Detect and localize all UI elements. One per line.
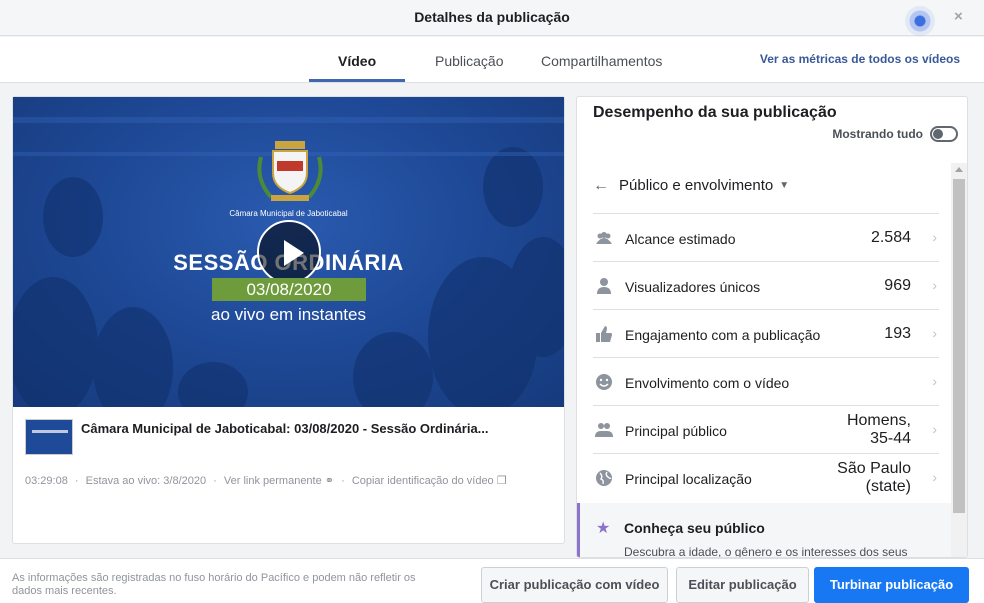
video-overlay-subtitle: ao vivo em instantes: [211, 305, 366, 324]
metric-row-top-audience[interactable]: Principal público Homens, 35-44 ›: [593, 405, 939, 453]
globe-icon: [596, 470, 612, 486]
boost-post-button[interactable]: Turbinar publicação: [814, 567, 969, 603]
all-videos-metrics-link[interactable]: Ver as métricas de todos os vídeos: [760, 52, 960, 66]
audience-section-selector[interactable]: ← Público e envolvimento ▼: [593, 177, 789, 195]
create-post-with-video-button[interactable]: Criar publicação com vídeo: [481, 567, 668, 603]
metric-row-top-location[interactable]: Principal localização São Paulo (state) ›: [593, 453, 939, 501]
metric-label: Principal público: [625, 423, 727, 439]
panel-scrollbar[interactable]: [951, 163, 967, 557]
video-title[interactable]: Câmara Municipal de Jaboticabal: 03/08/2…: [81, 421, 489, 436]
timezone-note: As informações são registradas no fuso h…: [12, 572, 416, 597]
people-group-icon: [596, 232, 612, 244]
video-card: Câmara Municipal de Jaboticabal SESSÃO O…: [12, 96, 565, 544]
metric-label: Engajamento com a publicação: [625, 327, 821, 343]
dialog-title: Detalhes da publicação: [414, 9, 570, 25]
metric-label: Visualizadores únicos: [625, 279, 761, 295]
dialog-titlebar: Detalhes da publicação ×: [0, 0, 984, 36]
know-audience-title: Conheça seu público: [624, 520, 765, 536]
scrollbar-thumb[interactable]: [953, 179, 965, 513]
active-tab-indicator: [309, 79, 405, 82]
metric-value: 969: [884, 277, 911, 294]
know-audience-description: Descubra a idade, o gênero e os interess…: [624, 545, 908, 558]
chevron-right-icon: ›: [932, 277, 937, 293]
copy-icon[interactable]: ❐: [497, 475, 507, 487]
recording-indicator-icon[interactable]: [905, 6, 935, 36]
chevron-right-icon: ›: [932, 373, 937, 389]
metric-label: Alcance estimado: [625, 231, 736, 247]
tab-compartilhamentos[interactable]: Compartilhamentos: [541, 53, 662, 69]
video-player[interactable]: Câmara Municipal de Jaboticabal SESSÃO O…: [13, 97, 564, 407]
metric-label: Principal localização: [625, 471, 752, 487]
chevron-down-icon: ▼: [779, 180, 790, 191]
showing-all-label: Mostrando tudo: [832, 127, 923, 141]
know-your-audience-card[interactable]: ★ Conheça seu público Descubra a idade, …: [577, 503, 951, 558]
chevron-right-icon: ›: [932, 469, 937, 485]
metric-value: São Paulo (state): [837, 460, 911, 495]
metric-row-video-engagement[interactable]: Envolvimento com o vídeo ›: [593, 357, 939, 405]
chevron-right-icon: ›: [932, 229, 937, 245]
people-pair-icon: [595, 423, 613, 437]
video-overlay-date: 03/08/2020: [212, 278, 366, 301]
metric-value: Homens, 35-44: [846, 412, 911, 447]
metric-row-engagement[interactable]: Engajamento com a publicação 193 ›: [593, 309, 939, 357]
star-icon: ★: [596, 520, 611, 537]
metric-row-unique-viewers[interactable]: Visualizadores únicos 969 ›: [593, 261, 939, 309]
metric-row-reach[interactable]: Alcance estimado 2.584 ›: [593, 213, 939, 261]
tab-publicacao[interactable]: Publicação: [435, 53, 504, 69]
video-duration: 03:29:08: [25, 475, 68, 487]
coat-of-arms-logo: [257, 141, 323, 201]
metric-label: Envolvimento com o vídeo: [625, 375, 790, 391]
tab-video[interactable]: Vídeo: [338, 53, 376, 69]
chevron-right-icon: ›: [932, 325, 937, 341]
scroll-up-icon[interactable]: [955, 167, 963, 172]
thumbs-up-icon: [596, 326, 612, 342]
copy-video-id-link[interactable]: Copiar identificação do vídeo: [352, 475, 494, 487]
performance-panel: Desempenho da sua publicação Mostrando t…: [576, 96, 968, 558]
smiley-icon: [596, 374, 612, 390]
permalink-link[interactable]: Ver link permanente: [224, 475, 322, 487]
live-date: Estava ao vivo: 3/8/2020: [85, 475, 207, 487]
show-all-toggle[interactable]: [930, 126, 958, 142]
video-thumbnail: [25, 419, 73, 455]
back-arrow-icon[interactable]: ←: [593, 177, 609, 194]
tab-bar: Vídeo Publicação Compartilhamentos Ver a…: [0, 37, 984, 83]
chevron-right-icon: ›: [932, 421, 937, 437]
link-icon: ⚭: [324, 475, 335, 487]
metric-value: 2.584: [870, 229, 911, 246]
edit-post-button[interactable]: Editar publicação: [676, 567, 809, 603]
close-icon[interactable]: ×: [954, 8, 963, 25]
play-icon[interactable]: [257, 220, 321, 284]
section-label: Público e envolvimento: [619, 177, 774, 194]
video-overlay-org: Câmara Municipal de Jaboticabal: [229, 209, 348, 218]
video-meta-row: 03:29:08 · Estava ao vivo: 3/8/2020 · Ve…: [25, 475, 507, 487]
person-icon: [597, 278, 611, 294]
performance-title: Desempenho da sua publicação: [593, 104, 837, 121]
metric-value: 193: [884, 325, 911, 342]
dialog-footer: As informações são registradas no fuso h…: [0, 558, 984, 603]
